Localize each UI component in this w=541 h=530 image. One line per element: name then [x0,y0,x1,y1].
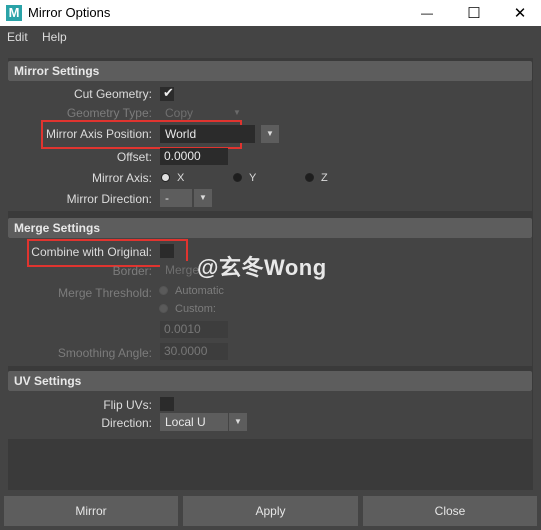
menu-bar: Edit Help [0,26,541,48]
merge-threshold-label: Merge Threshold: [58,286,152,300]
merge-settings-header[interactable]: Merge Settings [8,218,532,238]
mirror-axis-y-label: Y [249,172,257,184]
close-button[interactable]: Close [363,496,537,526]
window-title: Mirror Options [28,5,111,20]
mirror-axis-x-label: X [177,172,185,184]
geometry-type-label: Geometry Type: [66,106,152,120]
mirror-direction-dropdown[interactable]: - [160,189,192,207]
mirror-button[interactable]: Mirror [4,496,178,526]
maximize-button[interactable]: ☐ [451,0,497,26]
minimize-icon: — [421,6,433,20]
uv-direction-dropdown[interactable]: Local U [160,413,228,431]
chevron-down-icon[interactable]: ▼ [194,189,212,207]
close-icon: ✕ [513,5,527,22]
close-window-button[interactable]: ✕ [497,0,541,26]
mirror-axis-x-radio[interactable] [161,173,170,182]
uv-settings-frame [8,391,532,439]
flip-uvs-label: Flip UVs: [103,398,152,412]
apply-button[interactable]: Apply [183,496,358,526]
combine-with-original-label: Combine with Original: [31,245,152,259]
maya-app-icon: M [6,5,22,21]
menu-help[interactable]: Help [42,30,67,44]
minimize-button[interactable]: — [404,0,450,26]
cut-geometry-label: Cut Geometry: [73,87,152,101]
smoothing-angle-field: 30.0000 [160,343,228,360]
flip-uvs-checkbox[interactable] [160,397,174,411]
mirror-axis-z-radio[interactable] [305,173,314,182]
mirror-axis-z-label: Z [321,172,328,184]
menu-edit[interactable]: Edit [7,30,28,44]
maximize-icon: ☐ [467,5,481,22]
offset-field[interactable]: 0.0000 [160,148,228,165]
mirror-axis-position-label: Mirror Axis Position: [45,127,152,141]
merge-threshold-automatic-label: Automatic [175,285,224,297]
mirror-settings-header[interactable]: Mirror Settings [8,61,532,81]
mirror-axis-position-dropdown[interactable]: World [160,125,255,143]
merge-threshold-automatic-radio [159,286,168,295]
mirror-axis-label: Mirror Axis: [92,171,152,185]
mirror-direction-label: Mirror Direction: [66,192,152,206]
direction-label: Direction: [101,416,152,430]
merge-threshold-custom-label: Custom: [175,303,216,315]
mirror-axis-y-radio[interactable] [233,173,242,182]
smoothing-angle-label: Smoothing Angle: [57,346,152,360]
offset-label: Offset: [116,150,152,164]
uv-settings-header[interactable]: UV Settings [8,371,532,391]
merge-threshold-field: 0.0010 [160,321,228,338]
title-bar: M Mirror Options — ☐ ✕ [0,0,541,26]
cut-geometry-checkbox[interactable]: ✔ [160,85,174,101]
chevron-down-icon[interactable]: ▼ [229,413,247,431]
merge-threshold-custom-radio [159,304,168,313]
chevron-down-icon[interactable]: ▼ [261,125,279,143]
button-bar: Mirror Apply Close [0,494,541,530]
watermark: @玄冬Wong [197,255,327,280]
border-label: Border: [112,264,152,278]
combine-with-original-checkbox[interactable] [160,244,174,258]
checkmark-icon: ✔ [163,85,174,100]
